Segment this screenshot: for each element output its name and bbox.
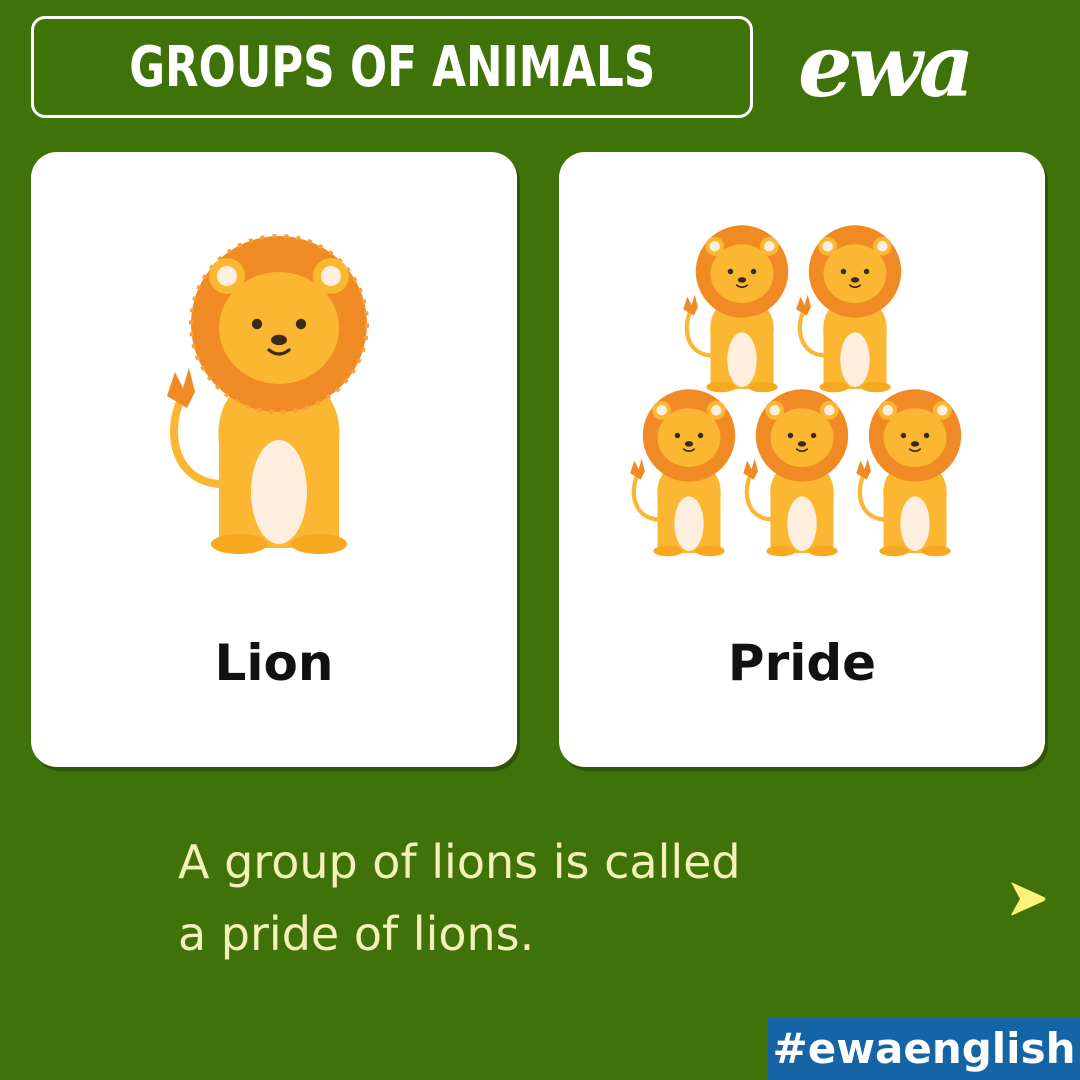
lion-group-icon [559,152,1045,612]
pride-lion-1 [683,225,788,392]
ewa-logo: ewa [798,16,974,117]
card-lion: Lion [31,152,517,767]
caption: A group of lions is called a pride of li… [178,826,898,970]
lion-icon [167,234,369,554]
pride-lion-2 [796,225,901,392]
page-title: GROUPS OF ANIMALS [128,34,656,100]
title-box: GROUPS OF ANIMALS [31,16,753,118]
pride-lion-3 [630,389,735,556]
caption-line-1: A group of lions is called [178,835,741,889]
play-triangle-icon[interactable] [1008,880,1048,918]
pride-lion-5 [856,389,961,556]
caption-line-2: a pride of lions. [178,907,535,961]
card-label-pride: Pride [727,634,877,692]
pride-lion-4 [743,389,848,556]
card-label-lion: Lion [214,634,334,692]
hashtag-badge: #ewaenglish [768,1018,1080,1080]
card-pride: Pride [559,152,1045,767]
